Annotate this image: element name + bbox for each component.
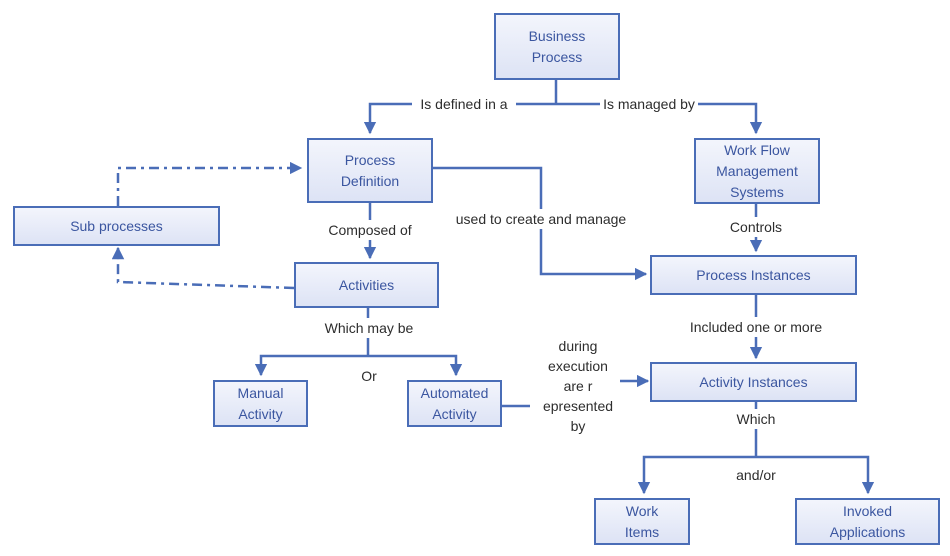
edge-activities-to-manual	[254, 354, 368, 377]
label-is-defined-in: Is defined in a	[412, 94, 516, 114]
node-sub-processes: Sub processes	[13, 206, 220, 246]
node-invoked-applications: Invoked Applications	[795, 498, 940, 545]
label-controls: Controls	[720, 217, 792, 237]
label-is-managed-by: Is managed by	[600, 94, 698, 114]
label-or: Or	[361, 368, 377, 384]
edge-activities-to-subprocesses	[111, 246, 295, 290]
node-work-items: Work Items	[594, 498, 690, 545]
label-which: Which	[726, 409, 786, 429]
node-process-definition: Process Definition	[307, 138, 433, 203]
label-included-one-or-more: Included one or more	[676, 317, 836, 337]
label-which-may-be: Which may be	[313, 318, 425, 338]
label-used-to-create: used to create and manage	[445, 209, 637, 229]
node-automated-activity: Automated Activity	[407, 380, 502, 427]
node-manual-activity: Manual Activity	[213, 380, 308, 427]
node-activity-instances: Activity Instances	[650, 362, 857, 402]
node-activities: Activities	[294, 262, 439, 308]
label-and-or: and/or	[736, 467, 776, 483]
label-composed-of: Composed of	[315, 220, 425, 240]
node-business-process: Business Process	[494, 13, 620, 80]
node-process-instances: Process Instances	[650, 255, 857, 295]
node-workflow-management-systems: Work Flow Management Systems	[694, 138, 820, 204]
label-during-execution: during execution are r epresented by	[542, 338, 614, 434]
edge-subprocesses-to-pd	[116, 161, 303, 206]
